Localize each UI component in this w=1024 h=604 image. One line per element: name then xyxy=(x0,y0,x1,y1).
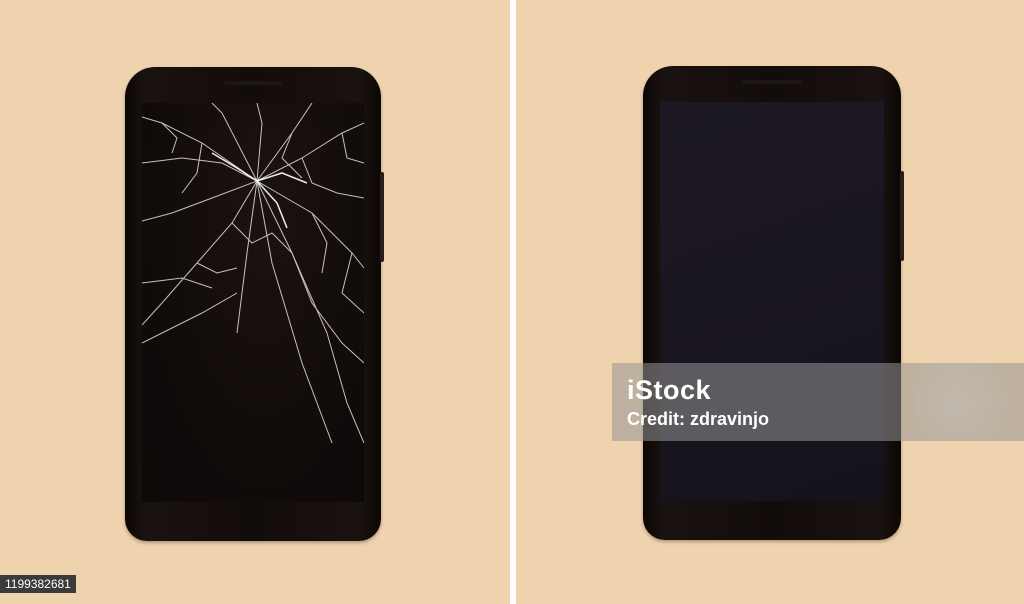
speaker-grill xyxy=(742,80,802,84)
side-button xyxy=(380,172,384,262)
image-id-label: 1199382681 xyxy=(0,575,76,593)
intact-screen xyxy=(660,102,884,501)
watermark-brand: iStock xyxy=(627,375,712,405)
crack-lines xyxy=(142,103,364,444)
intact-smartphone xyxy=(643,66,904,540)
cracked-screen xyxy=(142,103,364,502)
watermark-credit: Credit: zdravinjo xyxy=(627,409,770,429)
speaker-grill xyxy=(223,81,283,85)
broken-smartphone xyxy=(125,67,384,541)
watermark-band: iStock Credit: zdravinjo xyxy=(612,363,1024,441)
side-button xyxy=(900,171,904,261)
